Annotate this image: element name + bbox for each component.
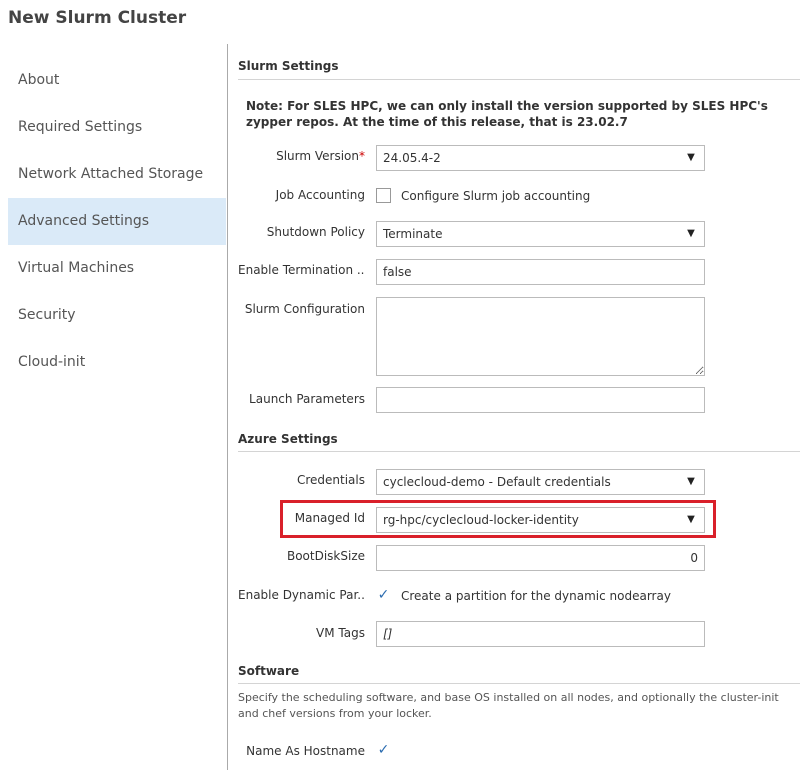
slurm-configuration-label: Slurm Configuration <box>244 302 365 316</box>
sidebar-item-security[interactable]: Security <box>8 292 226 339</box>
sidebar-item-required-settings[interactable]: Required Settings <box>8 104 226 151</box>
settings-form: Slurm Settings Note: For SLES HPC, we ca… <box>238 0 806 770</box>
slurm-configuration-textarea[interactable] <box>376 297 705 376</box>
software-description: Specify the scheduling software, and bas… <box>238 691 779 720</box>
section-divider <box>238 451 800 452</box>
name-as-hostname-label: Name As Hostname <box>246 744 365 758</box>
boot-disk-size-label: BootDiskSize <box>286 549 365 563</box>
vm-tags-field[interactable]: [] <box>376 621 705 647</box>
section-divider <box>238 683 800 684</box>
shutdown-policy-label: Shutdown Policy <box>266 225 365 239</box>
job-accounting-checkbox[interactable] <box>376 188 391 203</box>
sidebar-item-cloud-init[interactable]: Cloud-init <box>8 339 226 386</box>
section-divider <box>238 79 800 80</box>
slurm-version-select[interactable]: 24.05.4-2 ▼ <box>376 145 705 171</box>
launch-parameters-label: Launch Parameters <box>249 392 365 406</box>
boot-disk-size-field[interactable]: 0 <box>376 545 705 571</box>
job-accounting-label: Job Accounting <box>275 188 365 202</box>
slurm-version-label: Slurm Version* <box>276 149 365 163</box>
azure-settings-heading: Azure Settings <box>238 432 338 446</box>
checkmark-icon[interactable]: ✓ <box>376 588 391 603</box>
chevron-down-icon[interactable]: ▼ <box>678 146 704 170</box>
sidebar-divider <box>227 44 228 770</box>
managed-id-highlight <box>280 500 716 538</box>
sidebar-item-about[interactable]: About <box>8 57 226 104</box>
vm-tags-label: VM Tags <box>316 626 365 640</box>
slurm-settings-heading: Slurm Settings <box>238 59 339 73</box>
sidebar-item-network-attached-storage[interactable]: Network Attached Storage <box>8 151 226 198</box>
credentials-label: Credentials <box>296 473 365 487</box>
dynamic-partition-checkbox-label[interactable]: Create a partition for the dynamic nodea… <box>401 589 671 603</box>
enable-dynamic-partition-label: Enable Dynamic Par... <box>238 588 365 602</box>
credentials-select[interactable]: cyclecloud-demo - Default credentials ▼ <box>376 469 705 495</box>
chevron-down-icon[interactable]: ▼ <box>678 470 704 494</box>
checkmark-icon[interactable]: ✓ <box>376 743 391 758</box>
sles-note: Note: For SLES HPC, we can only install … <box>246 99 768 129</box>
enable-termination-field[interactable]: false <box>376 259 705 285</box>
software-heading: Software <box>238 664 300 678</box>
shutdown-policy-value: Terminate <box>383 227 443 241</box>
shutdown-policy-select[interactable]: Terminate ▼ <box>376 221 705 247</box>
job-accounting-checkbox-label[interactable]: Configure Slurm job accounting <box>401 189 590 203</box>
required-marker: * <box>359 149 365 163</box>
sidebar-item-virtual-machines[interactable]: Virtual Machines <box>8 245 226 292</box>
credentials-value: cyclecloud-demo - Default credentials <box>383 475 611 489</box>
enable-termination-label: Enable Termination ... <box>238 263 365 277</box>
page-title: New Slurm Cluster <box>8 8 187 28</box>
chevron-down-icon[interactable]: ▼ <box>678 222 704 246</box>
sidebar-item-advanced-settings[interactable]: Advanced Settings <box>8 198 226 245</box>
sidebar-nav: About Required Settings Network Attached… <box>8 57 226 386</box>
launch-parameters-field[interactable] <box>376 387 705 413</box>
slurm-version-value: 24.05.4-2 <box>383 151 441 165</box>
